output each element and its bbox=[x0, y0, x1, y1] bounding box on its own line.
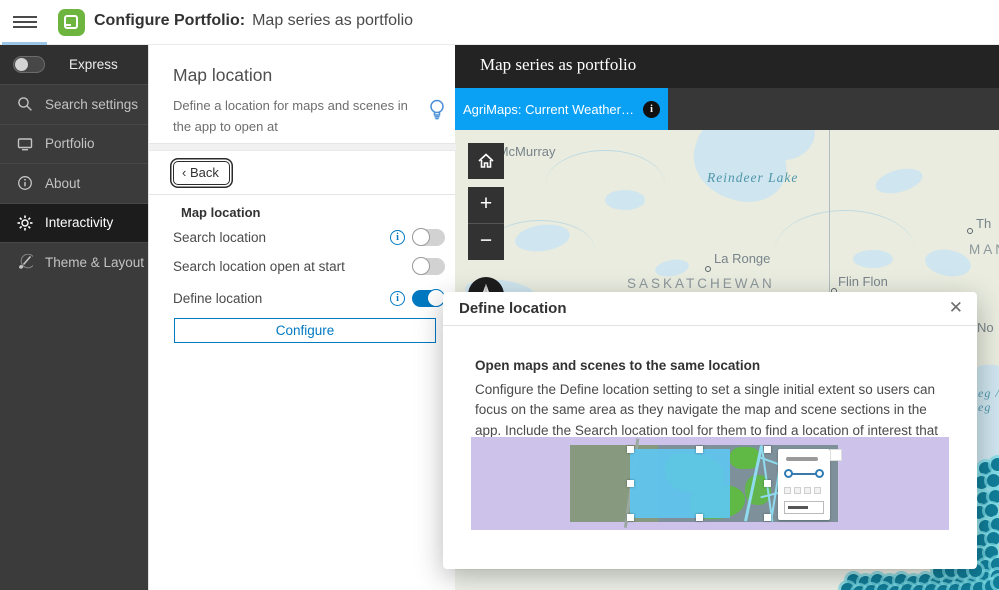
home-button[interactable] bbox=[468, 143, 504, 179]
map-label-thompson-partial: Th bbox=[976, 216, 992, 231]
illustration-settings-card bbox=[778, 449, 830, 520]
sidebar-item-label: Portfolio bbox=[45, 136, 95, 152]
preview-tab-bar: AgriMaps: Current Weather… i bbox=[455, 88, 999, 130]
search-location-toggle[interactable] bbox=[412, 228, 445, 246]
map-label-norway-house-partial: No bbox=[977, 320, 994, 335]
illustration-map-thumbnail bbox=[570, 438, 842, 532]
settings-panel: Map location Define a location for maps … bbox=[148, 45, 456, 590]
top-bar: Configure Portfolio: Map series as portfo… bbox=[0, 0, 999, 45]
sidebar-item-search-settings[interactable]: Search settings bbox=[0, 84, 148, 124]
sidebar-item-label: Theme & Layout bbox=[45, 254, 145, 270]
map-label-flin-flon: Flin Flon bbox=[838, 274, 888, 289]
section-title: Map location bbox=[181, 205, 261, 220]
hamburger-menu-icon[interactable] bbox=[13, 13, 37, 31]
setting-row-search-location: Search location i bbox=[173, 227, 445, 247]
city-marker-thompson bbox=[967, 228, 973, 234]
dialog-title: Define location bbox=[459, 300, 567, 317]
tip-lightbulb-icon[interactable] bbox=[427, 98, 447, 127]
sidebar-item-label: About bbox=[45, 175, 81, 191]
panel-divider bbox=[149, 194, 456, 195]
info-icon[interactable]: i bbox=[390, 290, 405, 306]
tab-label: AgriMaps: Current Weather… bbox=[463, 101, 634, 117]
panel-divider-band bbox=[149, 143, 456, 151]
define-location-dialog: Define location ✕ Open maps and scenes t… bbox=[443, 292, 977, 569]
map-label-saskatchewan: SASKATCHEWAN bbox=[627, 276, 775, 291]
express-toggle[interactable] bbox=[13, 56, 45, 73]
illustration-slider bbox=[784, 469, 824, 479]
dialog-heading: Open maps and scenes to the same locatio… bbox=[475, 358, 761, 373]
home-icon bbox=[478, 153, 494, 168]
define-location-illustration bbox=[471, 437, 949, 532]
panel-title: Map location bbox=[173, 65, 273, 85]
back-button[interactable]: ‹ Back bbox=[173, 161, 230, 185]
sidebar-item-portfolio[interactable]: Portfolio bbox=[0, 123, 148, 164]
tab-agrimaps-current-weather[interactable]: AgriMaps: Current Weather… i bbox=[455, 88, 668, 130]
panel-description: Define a location for maps and scenes in… bbox=[173, 98, 408, 135]
sidebar-item-label: Interactivity bbox=[45, 215, 114, 231]
zoom-in-button[interactable]: + bbox=[468, 187, 504, 223]
preview-app-title: Map series as portfolio bbox=[480, 55, 637, 74]
extent-selection-box[interactable] bbox=[627, 446, 771, 521]
active-menu-indicator bbox=[2, 42, 47, 45]
about-info-icon bbox=[18, 176, 32, 191]
tab-info-icon[interactable]: i bbox=[643, 100, 660, 118]
app-window: Configure Portfolio: Map series as portfo… bbox=[0, 0, 999, 590]
setting-label: Search location bbox=[173, 229, 267, 245]
page-title-app: Configure Portfolio: bbox=[94, 12, 246, 29]
lake-shape bbox=[872, 164, 926, 198]
setting-label: Define location bbox=[173, 290, 263, 306]
sidebar-item-label: Search settings bbox=[45, 96, 139, 112]
illustration-zoom-badge bbox=[830, 449, 842, 461]
zoom-controls: + − bbox=[468, 187, 504, 260]
instant-apps-logo-icon bbox=[58, 9, 85, 36]
define-location-toggle[interactable] bbox=[412, 289, 445, 307]
lake-shape bbox=[923, 246, 973, 280]
close-icon[interactable]: ✕ bbox=[949, 298, 963, 318]
gear-icon bbox=[17, 215, 33, 231]
sidebar-item-about[interactable]: About bbox=[0, 163, 148, 203]
sidebar-item-interactivity[interactable]: Interactivity bbox=[0, 202, 148, 242]
setting-label: Search location open at start bbox=[173, 258, 345, 274]
express-label: Express bbox=[69, 57, 118, 72]
setting-row-define-location: Define location i bbox=[173, 288, 445, 308]
page-title: Configure Portfolio: Map series as portfo… bbox=[94, 12, 413, 30]
river-line bbox=[545, 150, 665, 220]
map-label-winnipeg-partial-1: eg / bbox=[978, 386, 999, 400]
preview-title-bar: Map series as portfolio bbox=[455, 45, 999, 88]
theme-brush-icon bbox=[19, 254, 33, 270]
search-icon bbox=[18, 97, 32, 112]
sidebar: Express Search settings Portfolio About … bbox=[0, 45, 148, 590]
info-icon[interactable]: i bbox=[390, 229, 405, 245]
search-open-start-toggle[interactable] bbox=[412, 257, 445, 275]
page-title-item: Map series as portfolio bbox=[252, 12, 414, 29]
map-label-reindeer-lake: Reindeer Lake bbox=[707, 170, 799, 185]
express-toggle-row[interactable]: Express bbox=[0, 45, 148, 84]
map-label-la-ronge: La Ronge bbox=[714, 251, 771, 266]
map-label-winnipeg-partial-2: eg bbox=[978, 400, 992, 414]
configure-button[interactable]: Configure bbox=[174, 318, 436, 343]
zoom-out-button[interactable]: − bbox=[468, 224, 504, 260]
city-marker-la-ronge bbox=[705, 266, 711, 272]
map-label-manitoba-partial: MAN bbox=[969, 242, 999, 257]
setting-row-search-open-start: Search location open at start bbox=[173, 256, 445, 276]
portfolio-icon bbox=[17, 138, 33, 151]
sidebar-item-theme-layout[interactable]: Theme & Layout bbox=[0, 242, 148, 282]
dialog-header: Define location ✕ bbox=[443, 292, 977, 326]
